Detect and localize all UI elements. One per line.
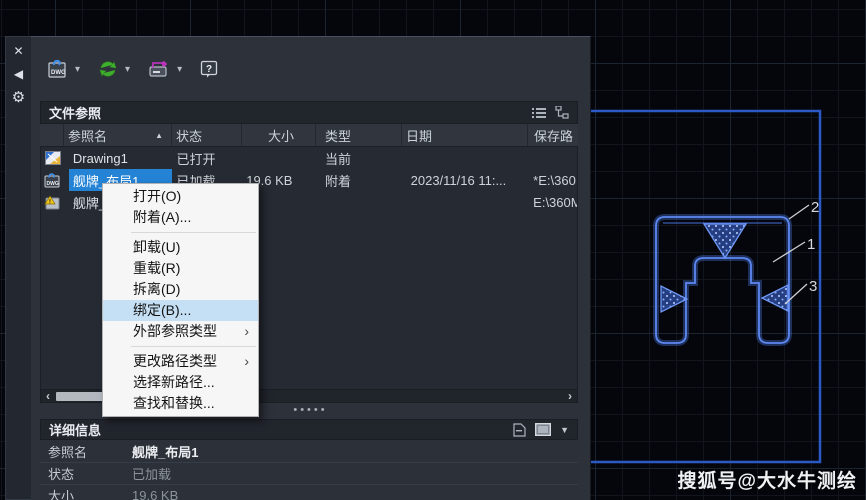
autohide-icon[interactable]: ◀ [11, 66, 27, 82]
menu-separator [131, 232, 256, 233]
xref-palette: ✕ ◀ ⚙ DWG ▾ ▾ [5, 36, 591, 500]
ref-date [402, 191, 528, 213]
menu-item-change-path-type[interactable]: 更改路径类型 › [103, 351, 258, 372]
ref-size [242, 147, 316, 169]
scroll-right-icon[interactable]: › [563, 389, 577, 403]
attach-dwg-button[interactable]: DWG [45, 56, 71, 82]
xref-warning-icon: ! [44, 195, 61, 210]
ref-path: *E:\360 [527, 169, 577, 191]
column-status[interactable]: 状态 [172, 124, 242, 146]
submenu-arrow-icon: › [244, 321, 249, 342]
refresh-caret-icon[interactable]: ▾ [122, 64, 133, 75]
tree-view-icon[interactable] [555, 106, 569, 119]
close-icon[interactable]: ✕ [11, 43, 27, 59]
refresh-icon [97, 59, 119, 79]
details-header: 详细信息 ▼ [40, 419, 578, 440]
details-title: 详细信息 [49, 420, 101, 439]
column-icon[interactable] [40, 124, 64, 146]
column-size[interactable]: 大小 [242, 124, 316, 146]
svg-text:?: ? [206, 64, 212, 75]
xref-toolbar: DWG ▾ ▾ ▾ [45, 55, 221, 83]
column-saved-path[interactable]: 保存路 [528, 124, 578, 146]
ref-name: Drawing1 [69, 149, 132, 168]
ref-type: 附着 [316, 169, 402, 191]
ref-date [402, 147, 528, 169]
preview-image-icon[interactable] [535, 423, 551, 436]
xref-table-header: 参照名 ▲ 状态 大小 类型 日期 保存路 [40, 124, 578, 147]
help-icon: ? [199, 59, 219, 79]
change-path-button[interactable] [145, 56, 173, 82]
refresh-button[interactable] [95, 56, 121, 82]
attach-caret-icon[interactable]: ▾ [72, 64, 83, 75]
menu-separator [131, 346, 256, 347]
xref-dwg-icon: DWG [44, 173, 61, 188]
detail-row-status: 状态 已加载 [40, 462, 578, 484]
change-path-icon [147, 59, 171, 79]
ref-date: 2023/11/16 11:... [402, 169, 528, 191]
gear-icon[interactable]: ⚙ [11, 89, 27, 105]
sort-ascending-icon: ▲ [155, 131, 163, 140]
details-panel: 详细信息 ▼ 参照名 舰牌_布局1 [40, 419, 578, 500]
details-caret-icon[interactable]: ▼ [560, 425, 569, 435]
column-reference-name[interactable]: 参照名 ▲ [64, 124, 172, 146]
details-table: 参照名 舰牌_布局1 状态 已加载 大小 19.6 KB [40, 440, 578, 500]
ref-path: E:\360M [527, 191, 577, 213]
detail-row-size: 大小 19.6 KB [40, 484, 578, 500]
current-drawing-icon [45, 151, 61, 165]
menu-item-open[interactable]: 打开(O) [103, 186, 258, 207]
menu-item-bind[interactable]: 绑定(B)... [103, 300, 258, 321]
ref-type: 当前 [316, 147, 402, 169]
column-date[interactable]: 日期 [402, 124, 528, 146]
path-caret-icon[interactable]: ▾ [174, 64, 185, 75]
svg-text:DWG: DWG [51, 70, 66, 76]
help-button[interactable]: ? [197, 56, 221, 82]
details-view-icon[interactable] [513, 423, 526, 437]
svg-text:DWG: DWG [47, 181, 59, 187]
column-type[interactable]: 类型 [316, 124, 402, 146]
ref-path [527, 147, 577, 169]
attach-dwg-icon: DWG [47, 59, 69, 79]
ref-type [316, 191, 402, 213]
menu-item-find-replace[interactable]: 查找和替换... [103, 393, 258, 414]
menu-item-select-new-path[interactable]: 选择新路径... [103, 372, 258, 393]
table-row-drawing1[interactable]: Drawing1 已打开 当前 [41, 147, 577, 169]
file-references-title: 文件参照 [49, 103, 101, 122]
xref-context-menu: 打开(O) 附着(A)... 卸载(U) 重载(R) 拆离(D) 绑定(B)..… [102, 183, 259, 417]
file-references-header: 文件参照 [40, 101, 578, 124]
watermark-text: 搜狐号@大水牛测绘 [677, 466, 857, 493]
palette-titlebar: ✕ ◀ ⚙ [5, 36, 31, 500]
menu-item-detach[interactable]: 拆离(D) [103, 279, 258, 300]
menu-item-reload[interactable]: 重载(R) [103, 258, 258, 279]
submenu-arrow-icon: › [244, 351, 249, 372]
detail-row-name: 参照名 舰牌_布局1 [40, 440, 578, 462]
menu-item-xref-type[interactable]: 外部参照类型 › [103, 321, 258, 342]
menu-item-attach[interactable]: 附着(A)... [103, 207, 258, 228]
menu-item-unload[interactable]: 卸载(U) [103, 237, 258, 258]
scroll-left-icon[interactable]: ‹ [41, 389, 55, 403]
ref-status: 已打开 [172, 147, 242, 169]
list-view-icon[interactable] [532, 107, 546, 119]
svg-text:!: ! [49, 198, 51, 205]
